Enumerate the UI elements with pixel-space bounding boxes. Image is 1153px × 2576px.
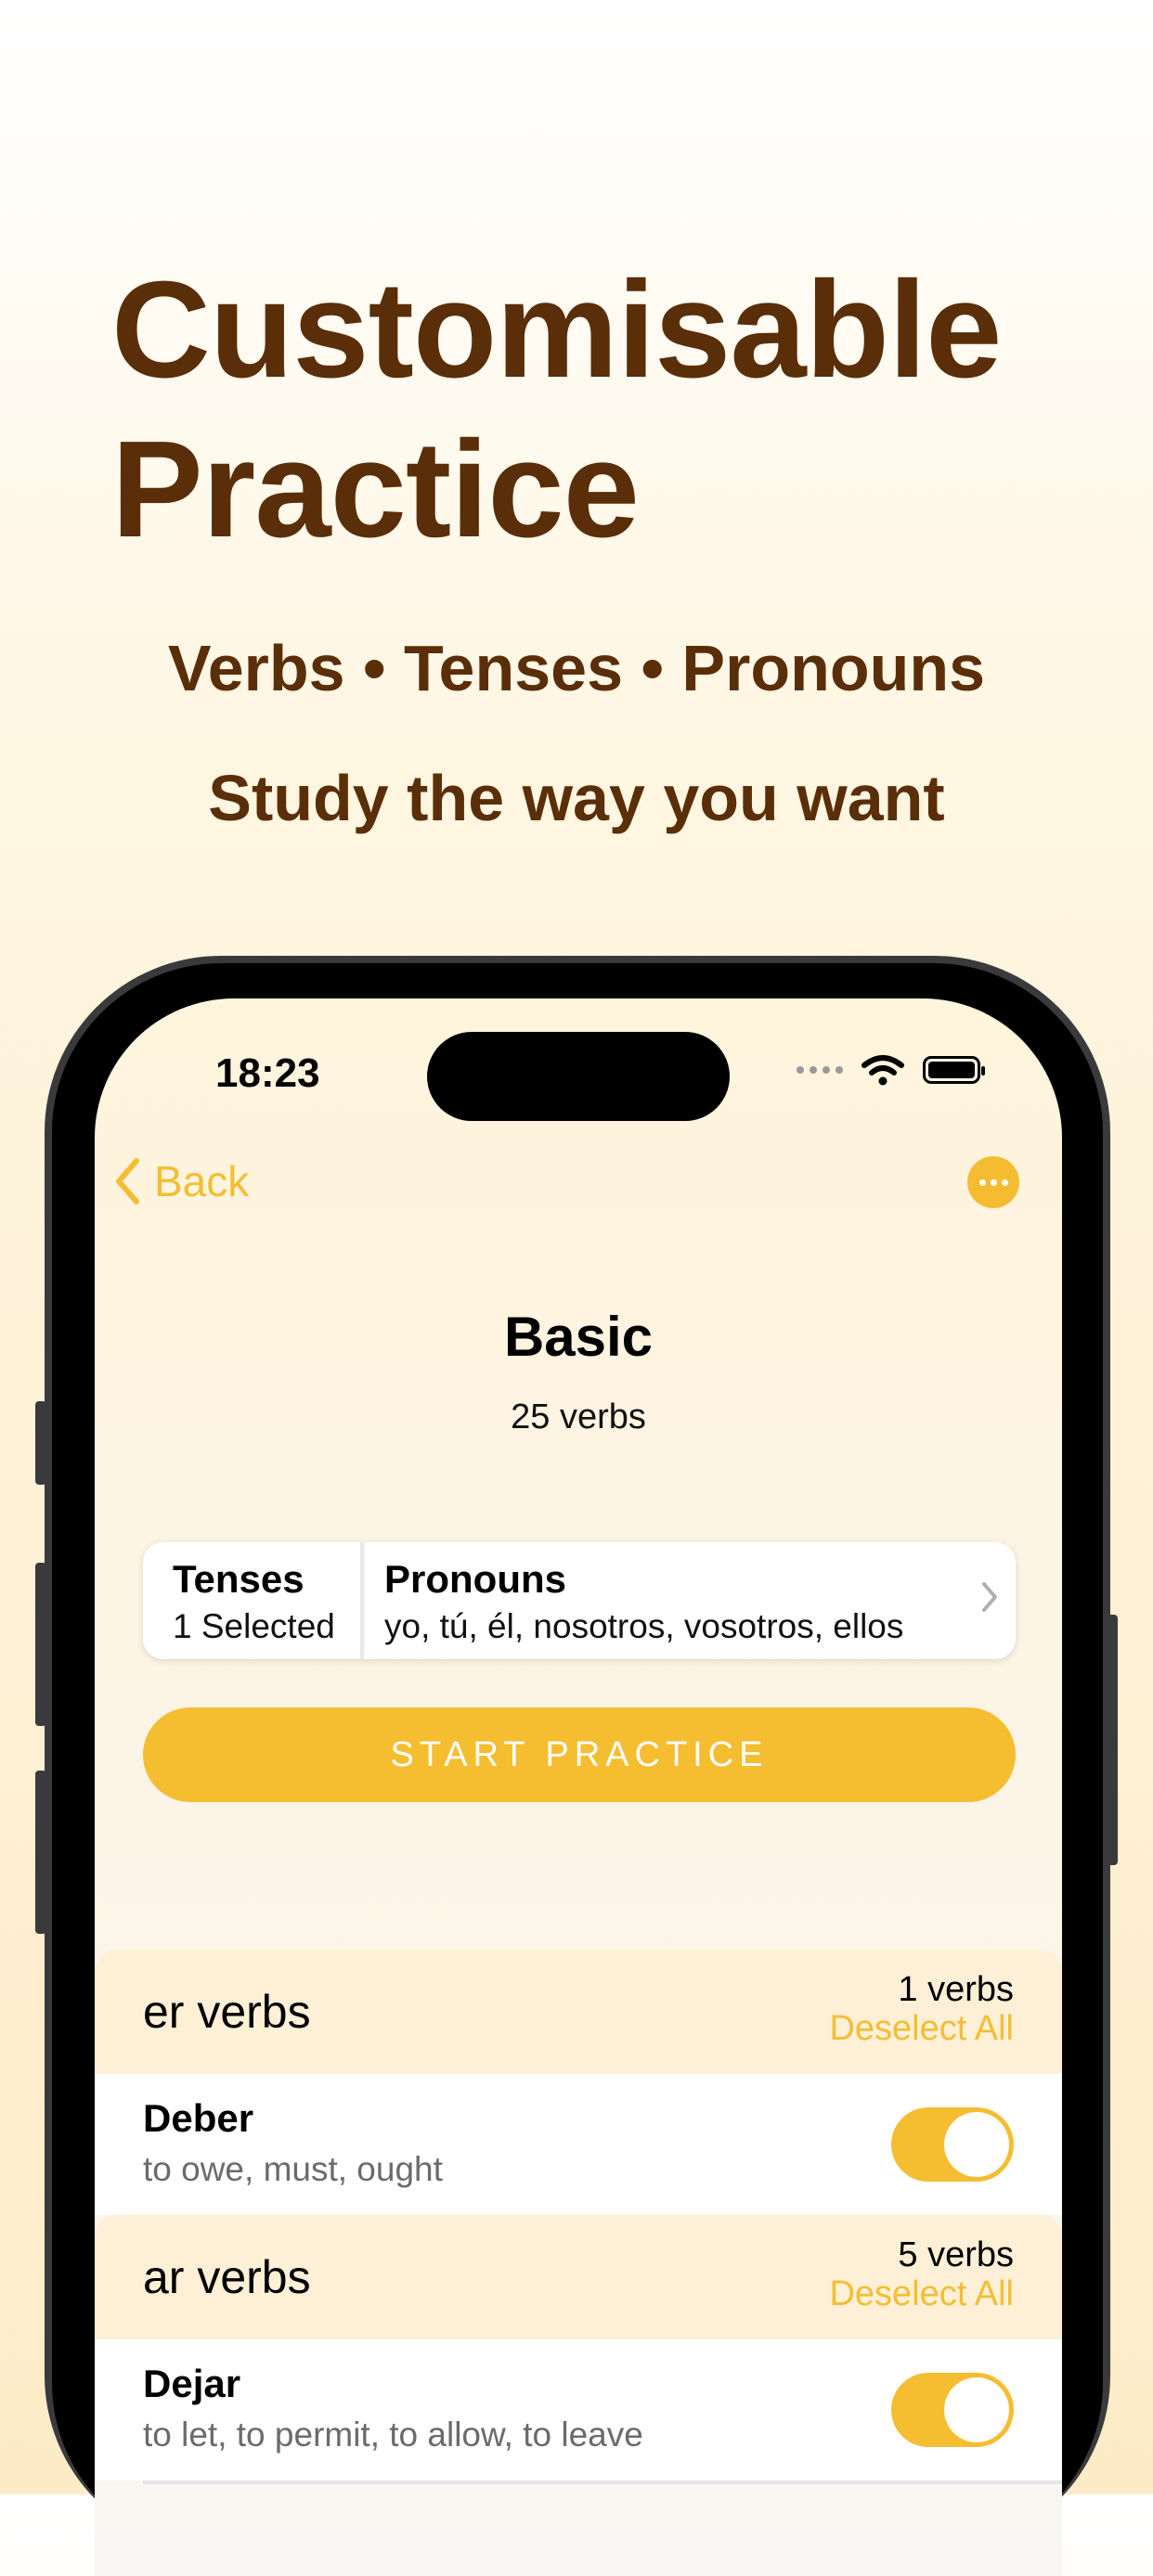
verb-meaning: to let, to permit, to allow, to leave <box>143 2415 643 2454</box>
promo-subtitle: Verbs • Tenses • Pronouns <box>167 632 986 704</box>
verb-name: Deber <box>143 2096 254 2140</box>
row-separator <box>143 2480 1062 2484</box>
more-button[interactable] <box>967 1156 1019 1208</box>
headline-line-2: Practice <box>111 413 640 566</box>
verb-row-deber: Deber to owe, must, ought <box>95 2074 1062 2215</box>
tenses-filter[interactable]: Tenses 1 Selected <box>143 1542 364 1659</box>
more-icon <box>978 1179 986 1186</box>
status-icons <box>797 1054 985 1086</box>
deselect-all-button[interactable]: Deselect All <box>829 2009 1014 2049</box>
verb-row-dejar: Dejar to let, to permit, to allow, to le… <box>95 2339 1062 2480</box>
deck-verb-count: 25 verbs <box>511 1397 646 1436</box>
back-button[interactable]: Back <box>113 1156 249 1206</box>
headline-line-1: Customisable <box>111 253 1002 406</box>
section-header-ar-verbs: ar verbs 5 verbs Deselect All <box>95 2215 1062 2339</box>
dynamic-island <box>427 1032 730 1121</box>
promo-headline: Customisable Practice <box>111 251 1086 570</box>
wifi-icon <box>862 1055 904 1086</box>
start-practice-button[interactable]: START PRACTICE <box>143 1707 1016 1802</box>
chevron-left-icon <box>116 1158 139 1204</box>
verb-meaning: to owe, must, ought <box>143 2150 443 2188</box>
tenses-value: 1 Selected <box>173 1607 335 1645</box>
pronouns-filter[interactable]: Pronouns yo, tú, él, nosotros, vosotros,… <box>364 1542 1016 1659</box>
practice-filters: Tenses 1 Selected Pronouns yo, tú, él, n… <box>143 1542 1016 1659</box>
pronouns-value: yo, tú, él, nosotros, vosotros, ellos <box>384 1607 904 1645</box>
verb-name: Dejar <box>143 2362 241 2405</box>
section-name: er verbs <box>143 1986 311 2038</box>
verb-list: er verbs 1 verbs Deselect All Deber to o… <box>95 1950 1062 2484</box>
tenses-label: Tenses <box>173 1557 304 1601</box>
section-name: ar verbs <box>143 2251 311 2303</box>
chevron-right-icon <box>982 1582 997 1612</box>
phone-action-button <box>35 1401 46 1485</box>
section-verb-count: 5 verbs <box>898 2235 1014 2274</box>
section-verb-count: 1 verbs <box>898 1970 1014 2009</box>
verb-toggle[interactable] <box>891 2373 1014 2447</box>
back-label: Back <box>154 1157 250 1205</box>
signal-icon <box>797 1066 843 1074</box>
phone-volume-down <box>35 1771 46 1934</box>
status-time: 18:23 <box>215 1050 320 1096</box>
battery-icon <box>923 1056 985 1084</box>
pronouns-label: Pronouns <box>384 1557 566 1601</box>
section-header-er-verbs: er verbs 1 verbs Deselect All <box>95 1950 1062 2074</box>
deselect-all-button[interactable]: Deselect All <box>829 2274 1014 2314</box>
promo-tagline: Study the way you want <box>208 762 945 834</box>
phone-volume-up <box>35 1563 46 1726</box>
phone-screen: 18:23 Back Basic 25 verbs Tenses 1 Selec… <box>95 998 1062 2576</box>
deck-title: Basic <box>503 1306 654 1368</box>
verb-toggle[interactable] <box>891 2107 1014 2182</box>
phone-power-button <box>1107 1615 1118 1865</box>
